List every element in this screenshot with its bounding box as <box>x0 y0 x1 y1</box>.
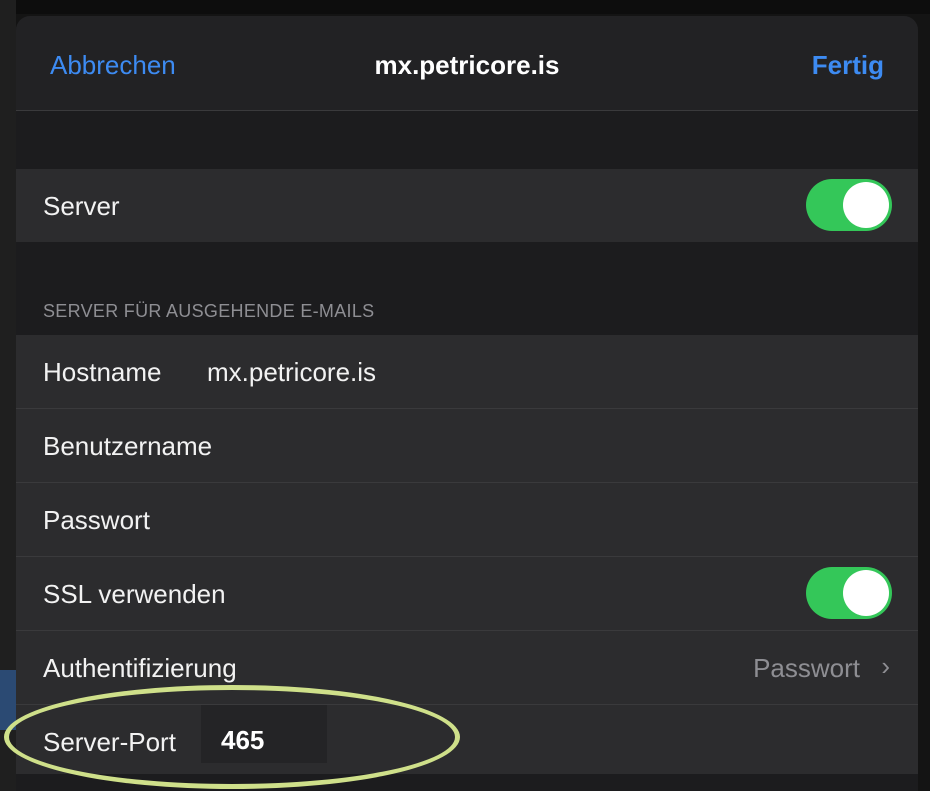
done-button[interactable]: Fertig <box>812 50 884 81</box>
server-row: Server <box>16 169 918 242</box>
sheet-title: mx.petricore.is <box>374 50 560 80</box>
navigation-bar: Abbrechen mx.petricore.is Fertig <box>16 16 918 111</box>
chevron-right-icon: › <box>881 651 890 681</box>
server-toggle-group: Server <box>16 169 918 242</box>
hostname-label: Hostname <box>43 357 162 387</box>
toggle-knob <box>843 570 889 616</box>
username-row[interactable]: Benutzername <box>16 409 918 483</box>
authentication-value: Passwort <box>753 653 860 683</box>
server-label: Server <box>43 191 120 221</box>
background-top <box>0 0 930 14</box>
password-label: Passwort <box>43 505 150 535</box>
section-header-outgoing: SERVER FÜR AUSGEHENDE E-MAILS <box>43 301 375 321</box>
highlight-ring-annotation <box>4 685 460 789</box>
authentication-label: Authentifizierung <box>43 653 237 683</box>
ssl-row: SSL verwenden <box>16 557 918 631</box>
hostname-field[interactable]: mx.petricore.is <box>207 357 376 388</box>
hostname-row[interactable]: Hostname mx.petricore.is <box>16 335 918 409</box>
password-row[interactable]: Passwort <box>16 483 918 557</box>
toggle-knob <box>843 182 889 228</box>
username-label: Benutzername <box>43 431 213 461</box>
ssl-label: SSL verwenden <box>43 579 226 609</box>
server-settings-sheet: Abbrechen mx.petricore.is Fertig Server … <box>16 16 918 791</box>
server-toggle[interactable] <box>806 179 892 231</box>
ssl-toggle[interactable] <box>806 567 892 619</box>
